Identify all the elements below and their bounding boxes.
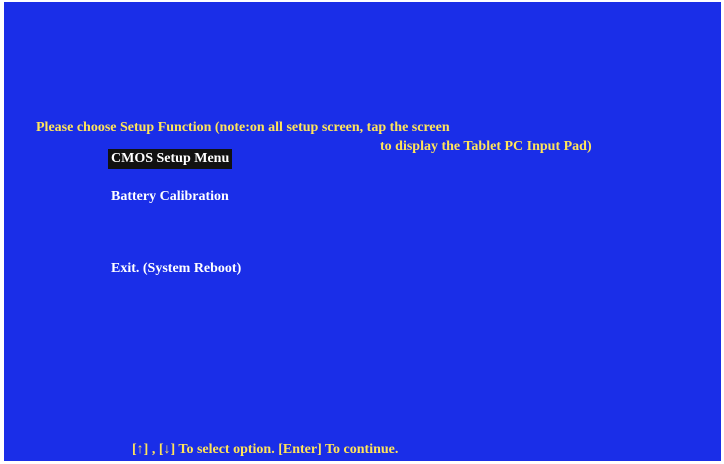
bios-setup-screen: Please choose Setup Function (note:on al…	[4, 2, 721, 461]
menu-item-battery-calibration[interactable]: Battery Calibration	[108, 187, 232, 207]
footer-help-text: [↑] , [↓] To select option. [Enter] To c…	[132, 442, 399, 457]
setup-prompt-line-1: Please choose Setup Function (note:on al…	[36, 120, 450, 135]
menu-item-exit-reboot[interactable]: Exit. (System Reboot)	[108, 259, 244, 279]
setup-prompt-line-2: to display the Tablet PC Input Pad)	[380, 139, 592, 154]
menu-item-cmos-setup[interactable]: CMOS Setup Menu	[108, 149, 233, 169]
